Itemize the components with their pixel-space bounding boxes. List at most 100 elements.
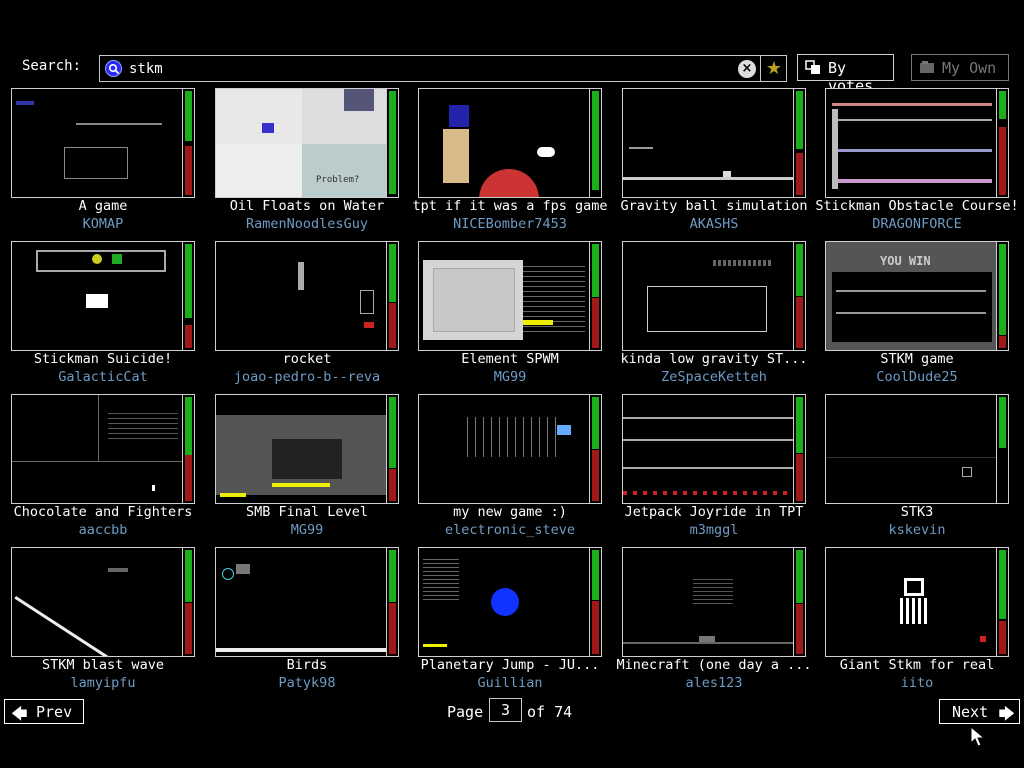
favourite-star-icon[interactable]: ★ (766, 58, 782, 79)
save-title[interactable]: STK3 (807, 504, 1024, 520)
save-author[interactable]: ZeSpaceKetteh (604, 369, 824, 385)
save-title[interactable]: Giant Stkm for real (807, 657, 1024, 673)
save-thumbnail[interactable]: Problem? (215, 88, 387, 198)
save-card[interactable]: kinda low gravity ST... ZeSpaceKetteh (621, 241, 807, 389)
downvote-bar (185, 455, 192, 501)
save-title[interactable]: STKM game (807, 351, 1024, 367)
save-title[interactable]: rocket (197, 351, 417, 367)
sort-by-votes-button[interactable]: By votes (797, 54, 894, 95)
save-thumbnail[interactable] (622, 88, 794, 198)
save-card[interactable]: A game KOMAP (11, 88, 195, 236)
save-card[interactable]: Birds Patyk98 (215, 547, 399, 695)
save-author[interactable]: KOMAP (0, 216, 213, 232)
save-author[interactable]: electronic_steve (400, 522, 620, 538)
save-card[interactable]: SMB Final Level MG99 (215, 394, 399, 542)
save-title[interactable]: Stickman Suicide! (0, 351, 213, 367)
save-author[interactable]: MG99 (197, 522, 417, 538)
save-card[interactable]: Stickman Obstacle Course! DRAGONFORCE (815, 88, 1019, 236)
save-thumbnail[interactable] (622, 394, 794, 504)
save-card[interactable]: Element SPWM MG99 (418, 241, 602, 389)
my-own-button[interactable]: My Own (911, 54, 1009, 81)
save-author[interactable]: ales123 (604, 675, 824, 691)
save-author[interactable]: AKASHS (604, 216, 824, 232)
save-card[interactable]: Planetary Jump - JU... Guillian (418, 547, 602, 695)
downvote-bar (185, 325, 192, 348)
save-card[interactable]: Jetpack Joyride in TPT m3mggl (622, 394, 806, 542)
search-input[interactable]: stkm × ★ (99, 55, 787, 82)
save-author[interactable]: lamyipfu (0, 675, 213, 691)
save-author[interactable]: DRAGONFORCE (807, 216, 1024, 232)
save-thumbnail[interactable] (11, 88, 183, 198)
save-title[interactable]: Planetary Jump - JU... (400, 657, 620, 673)
save-author[interactable]: kskevin (807, 522, 1024, 538)
save-thumbnail[interactable] (418, 547, 590, 657)
save-author[interactable]: Patyk98 (197, 675, 417, 691)
upvote-bar (796, 244, 803, 296)
save-title[interactable]: Minecraft (one day a ... (604, 657, 824, 673)
save-thumbnail[interactable] (418, 88, 590, 198)
save-title[interactable]: Oil Floats on Water (197, 198, 417, 214)
page-number-input[interactable]: 3 (489, 698, 522, 722)
save-thumbnail[interactable] (418, 241, 590, 351)
save-card[interactable]: STKM blast wave lamyipfu (11, 547, 195, 695)
save-thumbnail[interactable] (11, 394, 183, 504)
save-thumbnail[interactable] (825, 394, 997, 504)
save-title[interactable]: STKM blast wave (0, 657, 213, 673)
save-title[interactable]: kinda low gravity ST... (604, 351, 824, 367)
save-author[interactable]: CoolDude25 (807, 369, 1024, 385)
save-thumbnail[interactable] (215, 547, 387, 657)
save-title[interactable]: SMB Final Level (197, 504, 417, 520)
upvote-bar (185, 244, 192, 318)
save-thumbnail[interactable] (11, 547, 183, 657)
save-author[interactable]: joao-pedro-b--reva (197, 369, 417, 385)
save-author[interactable]: GalacticCat (0, 369, 213, 385)
save-author[interactable]: RamenNoodlesGuy (197, 216, 417, 232)
save-card[interactable]: YOU WIN STKM game CoolDude25 (825, 241, 1009, 389)
save-author[interactable]: NICEBomber7453 (400, 216, 620, 232)
save-title[interactable]: my new game :) (400, 504, 620, 520)
save-title[interactable]: A game (0, 198, 213, 214)
save-thumbnail[interactable]: YOU WIN (825, 241, 997, 351)
save-card[interactable]: tpt if it was a fps game NICEBomber7453 (412, 88, 608, 236)
vote-bar (387, 394, 399, 504)
save-author[interactable]: aaccbb (0, 522, 213, 538)
save-author[interactable]: iito (807, 675, 1024, 691)
save-thumbnail[interactable] (215, 394, 387, 504)
save-title[interactable]: Jetpack Joyride in TPT (604, 504, 824, 520)
save-thumbnail[interactable] (622, 241, 794, 351)
save-thumbnail[interactable] (11, 241, 183, 351)
save-card[interactable]: rocket joao-pedro-b--reva (215, 241, 399, 389)
save-author[interactable]: Guillian (400, 675, 620, 691)
save-card[interactable]: my new game :) electronic_steve (418, 394, 602, 542)
prev-page-button[interactable]: 🡄 Prev (4, 699, 84, 724)
save-author[interactable]: m3mggl (604, 522, 824, 538)
downvote-bar (796, 604, 803, 654)
save-thumbnail[interactable] (825, 88, 997, 198)
save-title[interactable]: Birds (197, 657, 417, 673)
save-title[interactable]: tpt if it was a fps game (400, 198, 620, 214)
save-card[interactable]: Chocolate and Fighters aaccbb (11, 394, 195, 542)
save-title[interactable]: Element SPWM (400, 351, 620, 367)
save-card[interactable]: Minecraft (one day a ... ales123 (616, 547, 812, 695)
save-thumbnail[interactable] (622, 547, 794, 657)
save-thumbnail[interactable] (215, 241, 387, 351)
save-title[interactable]: Chocolate and Fighters (0, 504, 213, 520)
save-card[interactable]: Gravity ball simulation AKASHS (621, 88, 807, 236)
save-title[interactable]: Stickman Obstacle Course! (807, 198, 1024, 214)
save-card[interactable]: STK3 kskevin (825, 394, 1009, 542)
downvote-bar (592, 298, 599, 348)
save-thumbnail[interactable] (825, 547, 997, 657)
vote-bar (590, 394, 602, 504)
page-label: Page (447, 703, 484, 721)
mouse-cursor-icon (970, 726, 986, 747)
save-title[interactable]: Gravity ball simulation (604, 198, 824, 214)
save-card[interactable]: Stickman Suicide! GalacticCat (11, 241, 195, 389)
save-card[interactable]: Problem? Oil Floats on Water RamenNoodlesG… (215, 88, 399, 236)
save-card[interactable]: Giant Stkm for real iito (825, 547, 1009, 695)
vote-bar (590, 241, 602, 351)
vote-bar (590, 88, 602, 198)
clear-search-icon[interactable]: × (738, 60, 756, 78)
save-author[interactable]: MG99 (400, 369, 620, 385)
save-thumbnail[interactable] (418, 394, 590, 504)
next-page-button[interactable]: Next 🡆 (939, 699, 1020, 724)
